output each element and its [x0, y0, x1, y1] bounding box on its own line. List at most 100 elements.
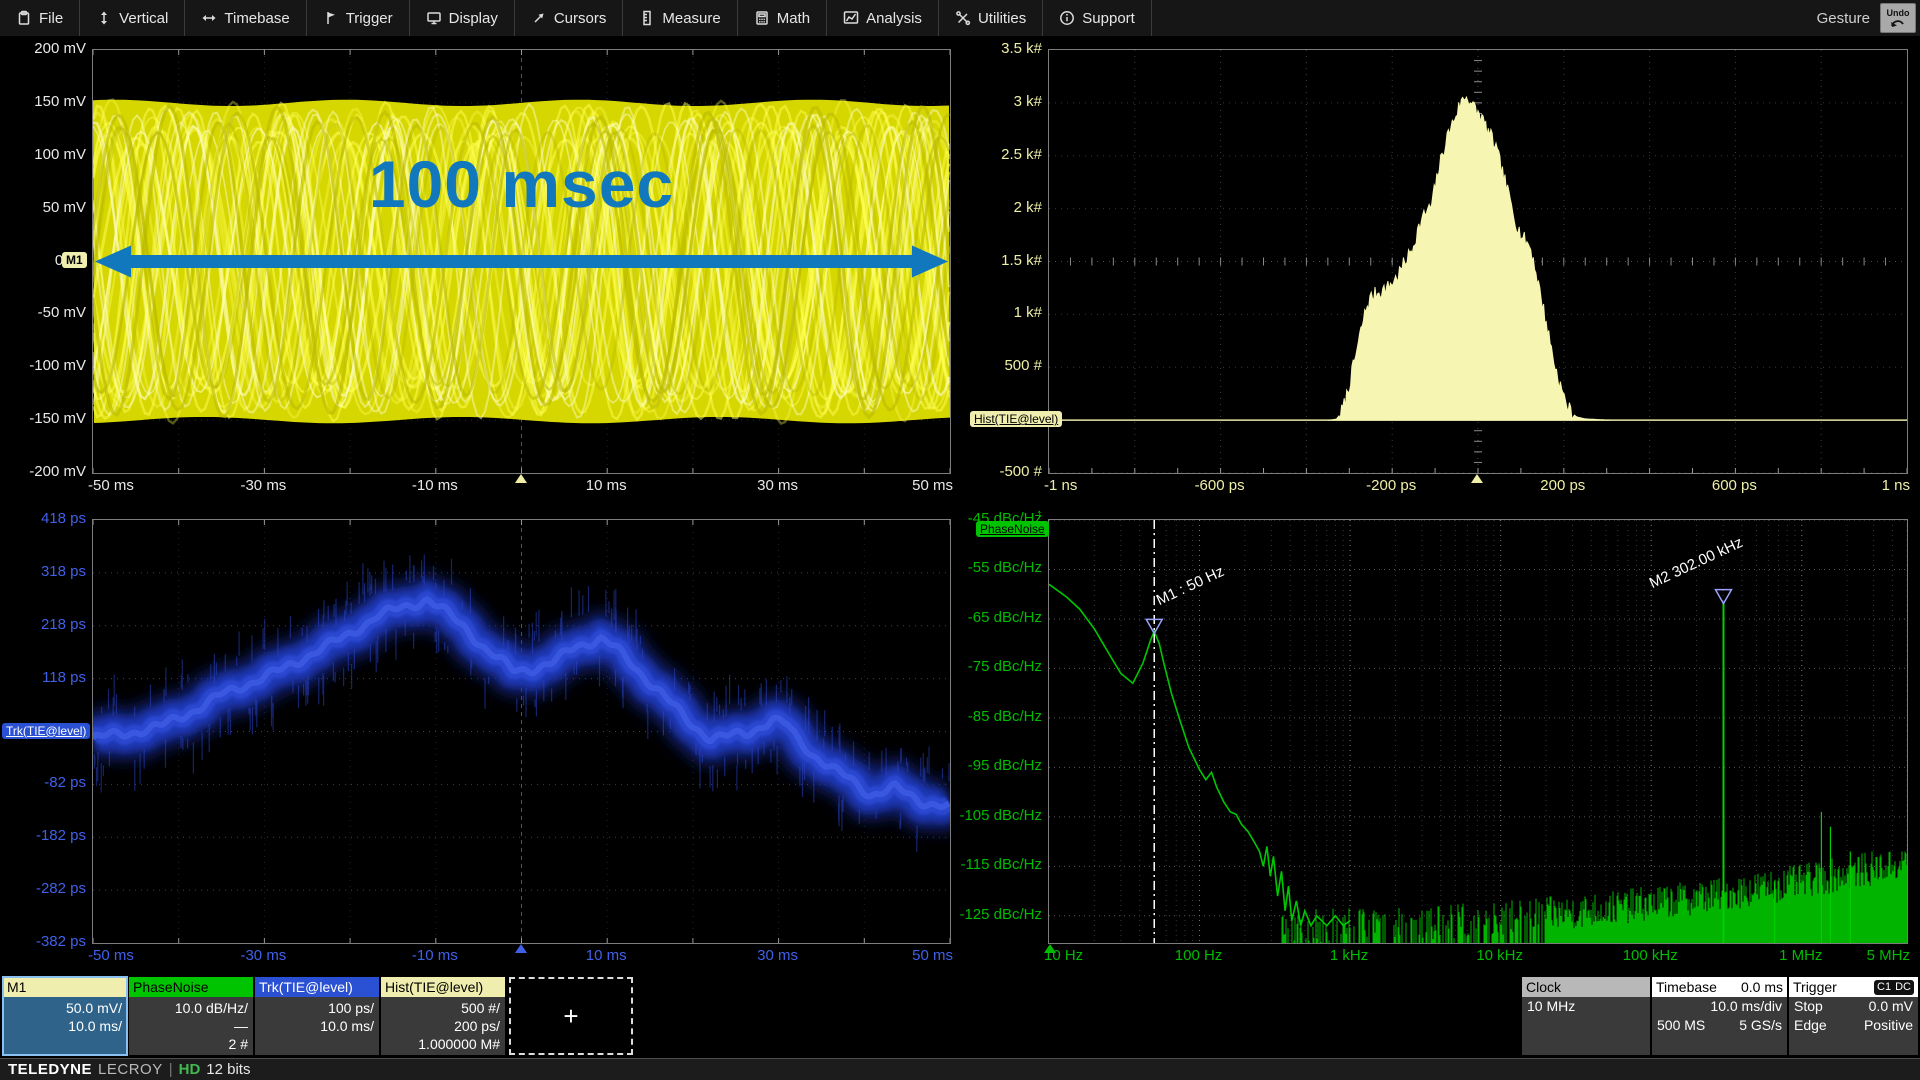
trigger-status-box-row-left: Edge	[1794, 1016, 1827, 1035]
trigger-status-box[interactable]: TriggerC1DCStop0.0 mVEdgePositive	[1789, 977, 1918, 1055]
pn-ytick: -85 dBc/Hz	[938, 708, 1042, 726]
clock-status-box-title: Clock	[1526, 977, 1561, 997]
descriptor-m1-value: 10.0 ms/	[7, 1017, 122, 1035]
brand-lecroy: LECROY	[98, 1061, 163, 1078]
trk-xtick: 30 ms	[723, 947, 833, 965]
descriptor-strip: M1 50.0 mV/10.0 ms/PhaseNoise10.0 dB/Hz/—…	[0, 977, 1920, 1056]
menu-right: Gesture Undo	[1817, 0, 1920, 36]
menu-item-analysis[interactable]: Analysis	[827, 0, 939, 36]
measure-icon	[639, 10, 655, 26]
timebase-status-box-row-right: 10.0 ms/div	[1710, 997, 1782, 1016]
menu-item-utilities[interactable]: Utilities	[939, 0, 1043, 36]
menu-item-trigger[interactable]: Trigger	[307, 0, 410, 36]
timebase-status-box-row-left: 500 MS	[1657, 1016, 1705, 1035]
menu-item-math[interactable]: Math	[738, 0, 827, 36]
c1-ytick: -100 mV	[0, 357, 86, 375]
hist-ytick: 3.5 k#	[938, 40, 1042, 58]
plot-hist[interactable]	[1048, 49, 1908, 474]
hist-xtick: -200 ps	[1336, 477, 1446, 495]
pn-xtick: 100 Hz	[1144, 947, 1254, 965]
descriptor-m1-value: 50.0 mV/	[7, 999, 122, 1017]
menu-item-file[interactable]: File	[0, 0, 80, 36]
hd-mode-label: HD	[179, 1061, 201, 1078]
menu-item-label: Math	[777, 10, 810, 27]
trigger-icon	[323, 10, 339, 26]
descriptor-m1[interactable]: M1 50.0 mV/10.0 ms/	[3, 977, 127, 1055]
brand-divider: |	[169, 1061, 173, 1078]
pn-xtick: 10 Hz	[1044, 947, 1154, 965]
pn-ytick: -65 dBc/Hz	[938, 609, 1042, 627]
trk-xtick: -50 ms	[88, 947, 198, 965]
vertical-icon	[96, 10, 112, 26]
pn-ytick: -125 dBc/Hz	[938, 906, 1042, 924]
c1-xtick: 50 ms	[843, 477, 953, 495]
brand-bar: TELEDYNE LECROY | HD 12 bits	[0, 1058, 1920, 1080]
descriptor-phasenoise[interactable]: PhaseNoise10.0 dB/Hz/—2 #	[129, 977, 253, 1055]
cursors-icon	[531, 10, 547, 26]
plot-c1[interactable]	[92, 49, 951, 474]
menu-item-timebase[interactable]: Timebase	[185, 0, 306, 36]
plot-trk[interactable]	[92, 519, 951, 944]
descriptor-hist-tie-level--title: Hist(TIE@level)	[381, 977, 505, 997]
hist-trace-badge[interactable]: Hist(TIE@level)	[970, 411, 1062, 427]
trk-xtick: 50 ms	[843, 947, 953, 965]
c1-xtick: 30 ms	[723, 477, 833, 495]
trk-ytick: 318 ps	[0, 563, 86, 581]
menu-item-measure[interactable]: Measure	[623, 0, 737, 36]
hist-xtick: 1 ns	[1800, 477, 1910, 495]
descriptor-phasenoise-value: —	[133, 1017, 248, 1035]
menu-item-label: Vertical	[119, 10, 168, 27]
pn-trace-badge[interactable]: PhaseNoise	[976, 521, 1049, 537]
pn-trigger-marker[interactable]	[1044, 944, 1056, 953]
file-icon	[16, 10, 32, 26]
trk-xtick: -30 ms	[208, 947, 318, 965]
trk-trace-badge[interactable]: Trk(TIE@level)	[2, 723, 90, 739]
c1-ytick: -50 mV	[0, 304, 86, 322]
pn-ytick: -115 dBc/Hz	[938, 856, 1042, 874]
descriptor-trk-tie-level--title: Trk(TIE@level)	[255, 977, 379, 997]
menu-item-label: File	[39, 10, 63, 27]
hist-trigger-marker[interactable]	[1471, 474, 1483, 483]
c1-trigger-marker[interactable]	[515, 474, 527, 483]
c1-trace-badge[interactable]: M1	[62, 252, 87, 268]
pn-xtick: 10 kHz	[1445, 947, 1555, 965]
menu-item-label: Display	[449, 10, 498, 27]
oscilloscope-screen: File Vertical TimebaseTrigger Display Cursor…	[0, 0, 1920, 1080]
pn-ytick: -75 dBc/Hz	[938, 658, 1042, 676]
add-trace-button[interactable]: +	[509, 977, 633, 1055]
undo-button[interactable]: Undo	[1880, 3, 1916, 33]
menu-item-label: Cursors	[554, 10, 607, 27]
hist-ytick: 2 k#	[938, 199, 1042, 217]
menu-item-display[interactable]: Display	[410, 0, 515, 36]
menu-bar: File Vertical TimebaseTrigger Display Cursor…	[0, 0, 1920, 36]
menu-item-support[interactable]: Support	[1043, 0, 1152, 36]
hist-xtick: 600 ps	[1679, 477, 1789, 495]
menu-item-cursors[interactable]: Cursors	[515, 0, 624, 36]
pn-xtick: 5 MHz	[1800, 947, 1910, 965]
timebase-status-box-row-right: 5 GS/s	[1739, 1016, 1782, 1035]
menu-item-label: Measure	[662, 10, 720, 27]
descriptor-hist-tie-level--value: 500 #/	[385, 999, 500, 1017]
menu-item-vertical[interactable]: Vertical	[80, 0, 185, 36]
pn-xtick: 100 kHz	[1595, 947, 1705, 965]
timebase-status-box[interactable]: Timebase0.0 ms10.0 ms/div500 MS5 GS/s	[1652, 977, 1787, 1055]
trigger-status-box-row-right: Positive	[1864, 1016, 1913, 1035]
c1-ytick: -150 mV	[0, 410, 86, 428]
trigger-badge-part: DC	[1895, 980, 1911, 994]
support-icon	[1059, 10, 1075, 26]
descriptor-phasenoise-value: 2 #	[133, 1035, 248, 1053]
hist-xtick: 200 ps	[1508, 477, 1618, 495]
hist-ytick: -500 #	[938, 463, 1042, 481]
descriptor-m1-title: M1	[3, 977, 127, 997]
trk-trigger-marker[interactable]	[515, 944, 527, 953]
descriptor-hist-tie-level-[interactable]: Hist(TIE@level)500 #/200 ps/1.000000 M#	[381, 977, 505, 1055]
descriptor-trk-tie-level-[interactable]: Trk(TIE@level)100 ps/10.0 ms/	[255, 977, 379, 1055]
trk-ytick: -382 ps	[0, 933, 86, 951]
clock-status-box[interactable]: Clock10 MHz	[1522, 977, 1650, 1055]
c1-xtick: -50 ms	[88, 477, 198, 495]
hist-xtick: -1 ns	[1044, 477, 1154, 495]
menu-item-label: Utilities	[978, 10, 1026, 27]
pn-ytick: -55 dBc/Hz	[938, 559, 1042, 577]
hist-ytick: 500 #	[938, 357, 1042, 375]
c1-ytick: 200 mV	[0, 40, 86, 58]
